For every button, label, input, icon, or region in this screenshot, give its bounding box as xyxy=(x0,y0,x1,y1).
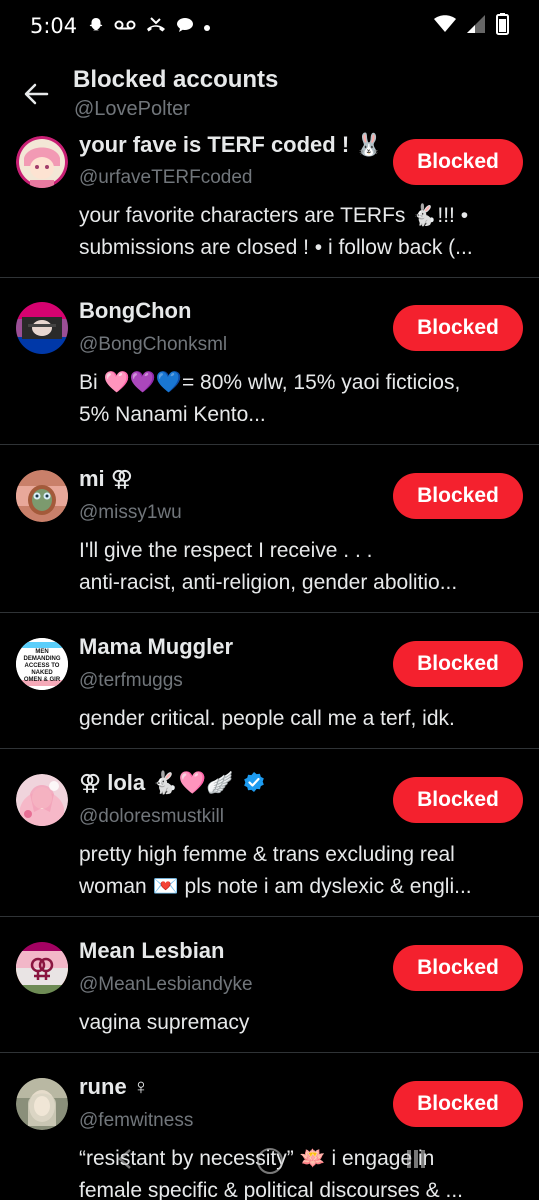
bio-line: “resistant by necessity” 🪷 i engage in xyxy=(79,1147,435,1170)
status-time: 5:04 xyxy=(30,14,78,38)
back-button[interactable] xyxy=(16,74,56,114)
account-handle[interactable]: @terfmuggs xyxy=(79,670,183,692)
blocked-button[interactable]: Blocked xyxy=(393,1081,523,1127)
list-item[interactable]: BongChon @BongChonksml Bi 🩷💜💙= 80% wlw, … xyxy=(0,277,539,445)
list-item[interactable]: ⚢ lola 🐇🩷🪽 @doloresmustkill pretty high … xyxy=(0,748,539,917)
wifi-icon xyxy=(434,14,456,38)
bio-line: female specific & political discourses &… xyxy=(79,1179,463,1200)
notification-icons xyxy=(87,16,211,37)
bio-line: woman 💌 pls note i am dyslexic & engli..… xyxy=(79,875,472,898)
blocked-button[interactable]: Blocked xyxy=(393,473,523,519)
list-item[interactable]: mi ⚢ @missy1wu I'll give the respect I r… xyxy=(0,444,539,613)
account-handle[interactable]: @missy1wu xyxy=(79,502,182,524)
account-handle[interactable]: @MeanLesbiandyke xyxy=(79,974,253,996)
avatar[interactable] xyxy=(16,774,68,826)
account-name[interactable]: ⚢ lola 🐇🩷🪽 xyxy=(79,770,265,796)
account-name-text[interactable]: ⚢ lola 🐇🩷🪽 xyxy=(79,770,233,795)
blocked-button[interactable]: Blocked xyxy=(393,305,523,351)
avatar[interactable] xyxy=(16,302,68,354)
status-bar: 5:04 xyxy=(0,0,539,52)
list-item[interactable]: MEN DEMANDING ACCESS TO NAKED OMEN & GIR… xyxy=(0,612,539,749)
bio-line: 5% Nanami Kento... xyxy=(79,403,266,426)
battery-icon xyxy=(496,12,509,40)
bio-line: your favorite characters are TERFs 🐇!!! … xyxy=(79,204,469,227)
account-name[interactable]: Mama Muggler xyxy=(79,634,233,660)
account-bio: Bi 🩷💜💙= 80% wlw, 15% yaoi ficticios, 5% … xyxy=(79,367,524,431)
bio-line: Bi 🩷💜💙= 80% wlw, 15% yaoi ficticios, xyxy=(79,371,461,394)
list-item[interactable]: your fave is TERF coded ! 🐰 @urfaveTERFc… xyxy=(0,128,539,278)
verified-badge-icon xyxy=(243,772,264,792)
list-item[interactable]: rune ♀ @femwitness “resistant by necessi… xyxy=(0,1052,539,1200)
blocked-button[interactable]: Blocked xyxy=(393,777,523,823)
account-handle[interactable]: @urfaveTERFcoded xyxy=(79,167,252,189)
snapchat-icon xyxy=(87,16,105,37)
back-nav-icon[interactable] xyxy=(115,1148,135,1175)
page-title: Blocked accounts xyxy=(73,66,279,93)
voicemail-icon xyxy=(114,18,136,35)
avatar[interactable] xyxy=(16,942,68,994)
account-bio: your favorite characters are TERFs 🐇!!! … xyxy=(79,200,524,264)
account-handle[interactable]: @BongChonksml xyxy=(79,334,227,356)
bio-line: gender critical. people call me a terf, … xyxy=(79,707,455,730)
bio-line: anti-racist, anti-religion, gender aboli… xyxy=(79,571,458,594)
account-name[interactable]: mi ⚢ xyxy=(79,466,133,492)
list-item[interactable]: Mean Lesbian @MeanLesbiandyke vagina sup… xyxy=(0,916,539,1053)
avatar-text: ACCESS TO xyxy=(25,663,60,669)
account-handle[interactable]: @doloresmustkill xyxy=(79,806,224,828)
bio-line: vagina supremacy xyxy=(79,1011,250,1034)
blocked-button[interactable]: Blocked xyxy=(393,945,523,991)
avatar-text: DEMANDING xyxy=(24,656,61,662)
bio-line: I'll give the respect I receive . . . xyxy=(79,539,373,562)
account-bio: vagina supremacy xyxy=(79,1007,524,1039)
avatar[interactable] xyxy=(16,1078,68,1130)
bio-line: submissions are closed ! • i follow back… xyxy=(79,236,473,259)
recents-nav-icon[interactable] xyxy=(405,1148,427,1175)
account-handle: @LovePolter xyxy=(74,98,190,120)
blocked-button[interactable]: Blocked xyxy=(393,139,523,185)
account-bio: pretty high femme & trans excluding real… xyxy=(79,839,524,903)
bio-line: pretty high femme & trans excluding real xyxy=(79,843,455,866)
dot-icon xyxy=(203,18,211,35)
blocked-button[interactable]: Blocked xyxy=(393,641,523,687)
blocked-accounts-list[interactable]: your fave is TERF coded ! 🐰 @urfaveTERFc… xyxy=(0,128,539,1200)
account-name[interactable]: rune ♀ xyxy=(79,1074,149,1100)
system-icons xyxy=(434,12,509,40)
signal-icon xyxy=(466,14,486,39)
account-name[interactable]: BongChon xyxy=(79,298,191,324)
page-header: Blocked accounts @LovePolter xyxy=(0,60,539,128)
avatar-text: NAKED xyxy=(31,670,53,676)
arrow-left-icon xyxy=(24,83,49,105)
avatar[interactable]: MEN DEMANDING ACCESS TO NAKED OMEN & GIR xyxy=(16,638,68,690)
chat-bubble-icon xyxy=(176,16,194,37)
account-bio: “resistant by necessity” 🪷 i engage in f… xyxy=(79,1143,524,1200)
missed-call-icon xyxy=(145,16,167,37)
account-name[interactable]: your fave is TERF coded ! 🐰 xyxy=(79,132,383,158)
account-bio: gender critical. people call me a terf, … xyxy=(79,703,524,735)
home-nav-icon[interactable] xyxy=(257,1148,283,1174)
avatar-text: MEN xyxy=(35,649,48,655)
avatar[interactable] xyxy=(16,470,68,522)
account-handle[interactable]: @femwitness xyxy=(79,1110,193,1132)
account-name[interactable]: Mean Lesbian xyxy=(79,938,224,964)
account-bio: I'll give the respect I receive . . . an… xyxy=(79,535,524,599)
avatar-text: OMEN & GIR xyxy=(24,677,61,683)
avatar[interactable] xyxy=(16,136,68,188)
